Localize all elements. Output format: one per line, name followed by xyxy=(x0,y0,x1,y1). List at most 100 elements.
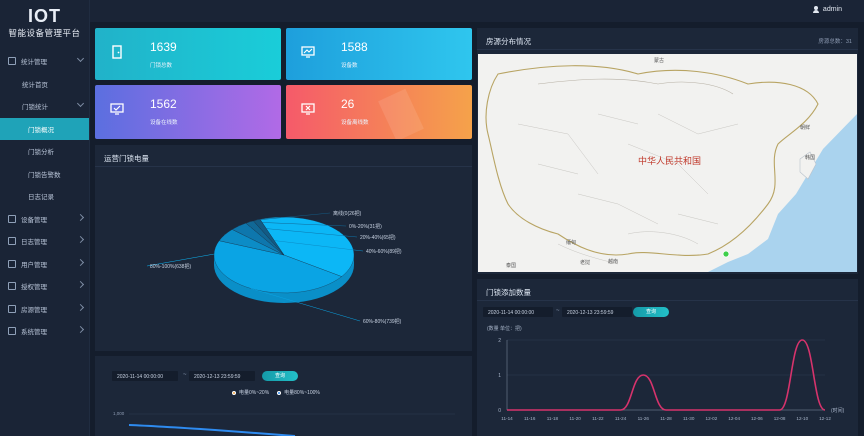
menu-icon xyxy=(8,304,16,313)
sidebar-item[interactable]: 门锁统计 xyxy=(0,95,89,118)
stat-value: 1588 xyxy=(341,40,368,54)
stat-card-lock-total: 1639 门锁总数 xyxy=(95,28,281,80)
sidebar-item-label: 房源管理 xyxy=(21,306,47,314)
battery-pie-panel: 运营门锁电量 80%-100%(638把) 60%-80%(739把) 40%-60… xyxy=(95,145,472,351)
region-label: 老挝 xyxy=(580,260,591,266)
pie-label: 离线(0(26把) xyxy=(333,210,362,217)
topbar: admin xyxy=(90,0,864,22)
stat-label: 设备数 xyxy=(341,63,358,69)
region-label: 越南 xyxy=(608,259,619,265)
x-tick-label: 11-14 xyxy=(501,416,513,421)
chevron-right-icon xyxy=(76,258,85,266)
sidebar-item[interactable]: 日志记录 xyxy=(0,185,89,208)
panel-title: 房源分布情况 xyxy=(477,28,858,50)
menu-icon xyxy=(8,327,16,336)
user-menu[interactable]: admin xyxy=(812,6,842,13)
region-label: 泰国 xyxy=(506,263,517,269)
decor-shape xyxy=(378,88,424,139)
region-label: 朝鲜 xyxy=(800,125,811,131)
logo: IOT 智能设备管理平台 xyxy=(0,0,89,48)
y-tick-label: 2 xyxy=(498,338,501,344)
sidebar-item[interactable]: 门锁概况 xyxy=(0,117,89,140)
logo-mark: IOT xyxy=(28,6,61,26)
x-tick-label: 11-18 xyxy=(547,416,559,421)
sidebar-item[interactable]: 统计管理 xyxy=(0,50,89,73)
x-tick-label: 12-08 xyxy=(774,416,786,421)
menu-icon xyxy=(8,259,16,268)
stat-value: 26 xyxy=(341,97,355,111)
stat-value: 1639 xyxy=(150,40,177,54)
x-tick-label: 11-16 xyxy=(524,416,536,421)
sidebar-item[interactable]: 日志管理 xyxy=(0,230,89,253)
lock-added-chart: 0 1 2 11-14 11-16 11-18 11-20 11-22 11-24 11-26 11… xyxy=(498,338,831,421)
x-tick-label: 12-04 xyxy=(728,416,740,421)
stat-value: 1562 xyxy=(150,97,177,111)
sidebar-item-label: 统计首页 xyxy=(22,81,48,89)
chevron-right-icon xyxy=(76,280,85,289)
region-label: 缅甸 xyxy=(566,240,577,246)
pie-label: 0%-20%(31把) xyxy=(349,223,382,230)
chevron-right-icon xyxy=(76,235,85,244)
pie-label: 40%-60%(89把) xyxy=(366,248,402,255)
battery-trend-panel: 2020-11-14 00:00:00 ~ 2020-12-13 23:59:5… xyxy=(95,356,472,436)
chevron-right-icon xyxy=(76,303,85,311)
pie-label: 80%-100%(638把) xyxy=(150,263,191,270)
sidebar-item-label: 统计管理 xyxy=(21,59,47,67)
x-tick-label: 11-24 xyxy=(615,416,627,421)
menu-icon xyxy=(8,214,16,223)
x-tick-label: 11-20 xyxy=(569,416,581,421)
sidebar-nav: 统计管理统计首页门锁统计门锁概况门锁分析门锁告警数日志记录设备管理日志管理用户管… xyxy=(0,50,89,343)
sidebar-item[interactable]: 门锁告警数 xyxy=(0,163,89,186)
app-title: 智能设备管理平台 xyxy=(8,28,81,38)
sidebar-item-label: 门锁分析 xyxy=(28,149,54,157)
sidebar-item[interactable]: 授权管理 xyxy=(0,275,89,298)
monitor-close-icon xyxy=(301,103,315,115)
stat-card-online-count: 1562 设备在线数 xyxy=(95,85,281,139)
sidebar-item-label: 门锁概况 xyxy=(28,126,54,134)
sidebar-item-label: 日志记录 xyxy=(28,194,54,202)
stat-card-offline-count: 26 设备离线数 xyxy=(286,85,472,139)
lock-added-panel: 门锁添加数量 2020-11-14 00:00:00 ~ 2020-12-13 … xyxy=(477,279,858,436)
sidebar-item-label: 门锁告警数 xyxy=(28,171,61,179)
monitor-chart-icon xyxy=(301,46,315,58)
menu-icon xyxy=(8,237,16,246)
property-count: 房源总数：31 xyxy=(818,39,852,45)
sidebar-item[interactable]: 房源管理 xyxy=(0,298,89,321)
sidebar-item[interactable]: 设备管理 xyxy=(0,208,89,231)
y-tick-label: 0 xyxy=(498,408,501,414)
sidebar-item[interactable]: 门锁分析 xyxy=(0,140,89,163)
stat-label: 门锁总数 xyxy=(150,63,173,69)
pie-label: 60%-80%(739把) xyxy=(363,318,402,325)
sidebar-item-label: 用户管理 xyxy=(21,261,47,269)
sidebar-item[interactable]: 系统管理 xyxy=(0,320,89,343)
door-icon xyxy=(112,45,122,59)
x-tick-label: 11-22 xyxy=(592,416,604,421)
user-icon xyxy=(812,6,819,13)
chevron-down-icon xyxy=(76,54,85,63)
x-tick-label: 11-26 xyxy=(638,416,650,421)
country-label: 中华人民共和国 xyxy=(638,156,702,166)
user-name: admin xyxy=(822,6,842,13)
x-tick-label: 12-10 xyxy=(796,416,808,421)
map-view[interactable]: 中华人民共和国 蒙古 朝鲜 韩国 缅甸 越南 老挝 泰国 xyxy=(478,54,857,272)
property-location-marker[interactable] xyxy=(722,250,730,258)
sidebar-item[interactable]: 用户管理 xyxy=(0,253,89,276)
stat-card-device-count: 1588 设备数 xyxy=(286,28,472,80)
sidebar-item-label: 日志管理 xyxy=(21,239,47,247)
chevron-right-icon xyxy=(76,325,85,334)
battery-pie-chart: 80%-100%(638把) 60%-80%(739把) 40%-60%(89把) 2… xyxy=(146,210,402,325)
sidebar-item-label: 系统管理 xyxy=(21,329,47,337)
x-tick-label: 12-02 xyxy=(706,416,718,421)
stat-label: 设备离线数 xyxy=(341,120,369,126)
x-tick-label: 11-30 xyxy=(683,416,695,421)
sidebar: IOT 智能设备管理平台 统计管理统计首页门锁统计门锁概况门锁分析门锁告警数日志… xyxy=(0,0,90,436)
sidebar-item[interactable]: 统计首页 xyxy=(0,73,89,96)
sidebar-item-label: 门锁统计 xyxy=(22,104,48,112)
x-tick-label: 12-06 xyxy=(751,416,763,421)
y-tick-label: 1 xyxy=(498,373,501,379)
sidebar-item-label: 授权管理 xyxy=(21,284,47,292)
panel-title: 运营门锁电量 xyxy=(95,145,472,167)
chevron-right-icon xyxy=(76,213,85,221)
stat-label: 设备在线数 xyxy=(150,120,178,126)
property-map-panel: 房源分布情况 房源总数：31 中华人民共和国 蒙古 朝鲜 韩国 缅甸 越南 老挝… xyxy=(477,28,858,274)
